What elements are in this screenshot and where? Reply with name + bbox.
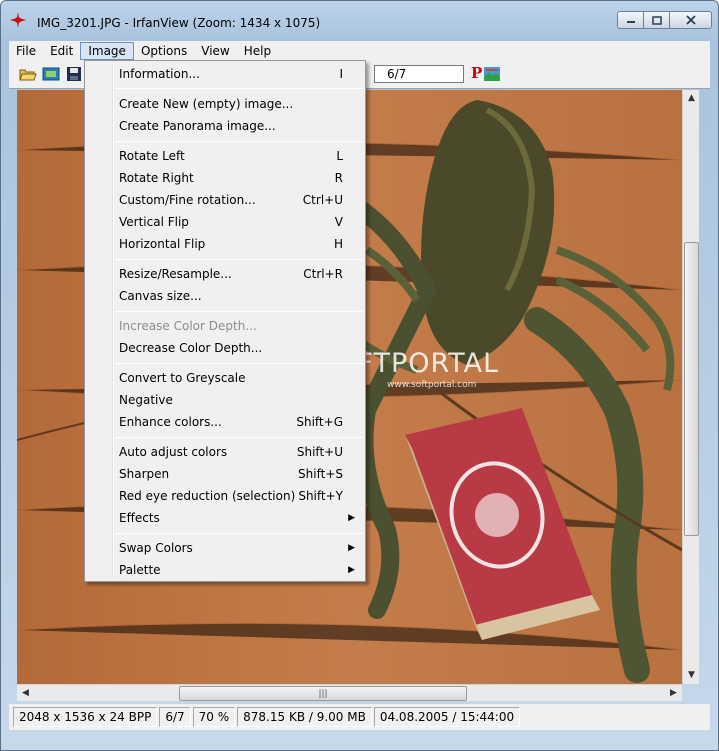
menu-item-swap-colors[interactable]: Swap Colors ▶: [87, 537, 363, 559]
menu-item-increase-color-depth: Increase Color Depth...: [119, 319, 257, 333]
submenu-arrow-icon: ▶: [348, 565, 355, 575]
menu-separator: [115, 259, 363, 260]
menu-item-rotate-left[interactable]: Rotate Left L: [87, 145, 363, 167]
irfanview-window: IMG_3201.JPG - IrfanView (Zoom: 1434 x 1…: [0, 0, 719, 751]
menu-image[interactable]: Image: [80, 42, 134, 60]
submenu-arrow-icon: ▶: [348, 513, 355, 523]
menu-item-red-eye[interactable]: Red eye reduction (selection) Shift+Y: [87, 485, 363, 507]
save-icon[interactable]: [65, 66, 83, 82]
scroll-down-icon[interactable]: ▼: [683, 667, 700, 684]
menu-item-enhance-colors[interactable]: Enhance colors... Shift+G: [87, 411, 363, 433]
menu-view[interactable]: View: [194, 42, 236, 60]
menu-item-create-new[interactable]: Create New (empty) image...: [87, 93, 363, 115]
image-menu-dropdown: Information... I Create New (empty) imag…: [84, 60, 366, 582]
menu-help[interactable]: Help: [237, 42, 278, 60]
paint-icon[interactable]: [483, 66, 501, 82]
menu-edit[interactable]: Edit: [43, 42, 80, 60]
watermark-subtext: www.softportal.com: [387, 380, 477, 390]
status-index: 6/7: [159, 707, 191, 727]
menu-item-effects[interactable]: Effects ▶: [87, 507, 363, 529]
menu-separator: [115, 141, 363, 142]
menu-bar: File Edit Image Options View Help: [9, 41, 710, 61]
menu-item-create-panorama[interactable]: Create Panorama image...: [87, 115, 363, 137]
menu-item-rotate-right[interactable]: Rotate Right R: [87, 167, 363, 189]
title-bar[interactable]: IMG_3201.JPG - IrfanView (Zoom: 1434 x 1…: [1, 1, 718, 41]
status-filesize: 878.15 KB / 9.00 MB: [237, 707, 372, 727]
caption-buttons: [617, 11, 712, 29]
slideshow-icon[interactable]: [42, 66, 60, 82]
p-logo-button[interactable]: P: [471, 64, 482, 82]
horizontal-scrollbar[interactable]: ◀ ||| ▶: [17, 684, 682, 701]
minimize-button[interactable]: [617, 11, 644, 29]
open-folder-icon[interactable]: [19, 66, 37, 82]
scroll-right-icon[interactable]: ▶: [665, 685, 682, 702]
maximize-button[interactable]: [643, 11, 670, 29]
menu-separator: [115, 88, 363, 89]
scroll-up-icon[interactable]: ▲: [683, 90, 700, 107]
menu-separator: [115, 311, 363, 312]
menu-item-decrease-color-depth[interactable]: Decrease Color Depth...: [87, 337, 363, 359]
status-bar: 2048 x 1536 x 24 BPP 6/7 70 % 878.15 KB …: [9, 704, 710, 730]
scroll-left-icon[interactable]: ◀: [17, 685, 34, 702]
irfanview-app-icon[interactable]: [10, 12, 26, 28]
menu-file[interactable]: File: [9, 42, 43, 60]
page-index-field[interactable]: 6/7: [374, 65, 464, 83]
menu-item-custom-rotation[interactable]: Custom/Fine rotation... Ctrl+U: [87, 189, 363, 211]
menu-item-canvas-size[interactable]: Canvas size...: [87, 285, 363, 307]
status-dimensions: 2048 x 1536 x 24 BPP: [13, 707, 158, 727]
vertical-scroll-thumb[interactable]: [684, 242, 699, 536]
vertical-scrollbar[interactable]: ▲ ▼: [682, 90, 699, 684]
menu-item-vertical-flip[interactable]: Vertical Flip V: [87, 211, 363, 233]
menu-options[interactable]: Options: [134, 42, 194, 60]
submenu-arrow-icon: ▶: [348, 543, 355, 553]
minimize-icon: [626, 21, 635, 23]
horizontal-scroll-thumb[interactable]: |||: [179, 686, 467, 701]
menu-item-auto-adjust[interactable]: Auto adjust colors Shift+U: [87, 441, 363, 463]
menu-separator: [115, 437, 363, 438]
menu-item-sharpen[interactable]: Sharpen Shift+S: [87, 463, 363, 485]
menu-separator: [115, 363, 363, 364]
status-datetime: 04.08.2005 / 15:44:00: [373, 707, 521, 727]
close-button[interactable]: [669, 11, 712, 29]
menu-item-information[interactable]: Information... I: [87, 63, 363, 85]
menu-item-greyscale[interactable]: Convert to Greyscale: [87, 367, 363, 389]
window-title: IMG_3201.JPG - IrfanView (Zoom: 1434 x 1…: [37, 16, 321, 30]
menu-item-palette[interactable]: Palette ▶: [87, 559, 363, 581]
status-zoom: 70 %: [192, 707, 236, 727]
maximize-icon: [651, 15, 662, 25]
menu-item-horizontal-flip[interactable]: Horizontal Flip H: [87, 233, 363, 255]
menu-separator: [115, 533, 363, 534]
close-icon: [685, 15, 696, 25]
menu-item-resize[interactable]: Resize/Resample... Ctrl+R: [87, 263, 363, 285]
menu-item-negative[interactable]: Negative: [87, 389, 363, 411]
